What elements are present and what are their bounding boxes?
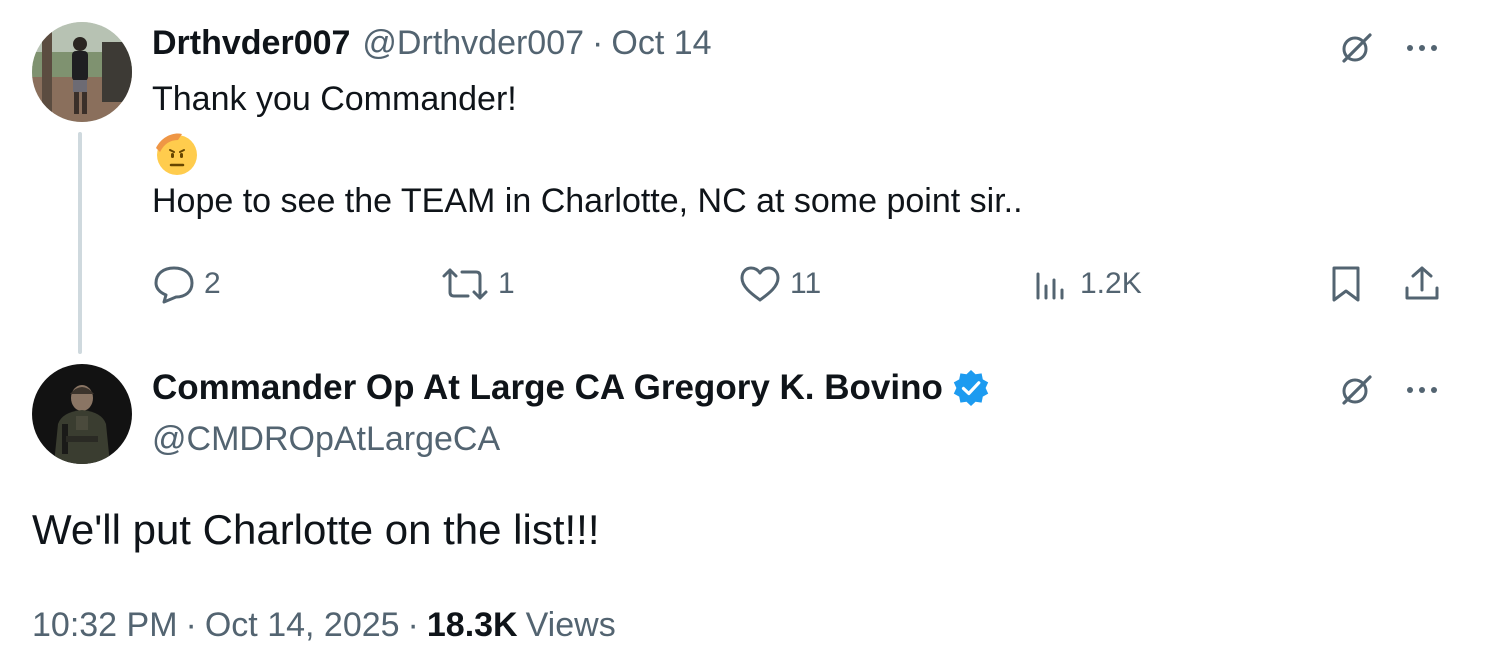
reply-count: 2 (204, 267, 221, 300)
reply-display-name[interactable]: Drthvder007 (152, 24, 350, 63)
reply-text-line2: Hope to see the TEAM in Charlotte, NC at… (152, 182, 1023, 220)
reply-action-bar: 2 1 11 1.2K (152, 262, 1452, 306)
verified-badge[interactable] (951, 368, 991, 408)
main-time[interactable]: 10:32 PM (32, 606, 178, 645)
grok-icon (1342, 33, 1372, 63)
main-separator-2: · (407, 606, 419, 644)
main-tweet-text: We'll put Charlotte on the list!!! (32, 506, 600, 553)
reply-header: Drthvder007 @Drthvder007 · Oct 14 (152, 24, 712, 70)
views-icon (1036, 272, 1064, 300)
reply-avatar[interactable] (32, 22, 132, 122)
main-views-count[interactable]: 18.3K (427, 606, 518, 645)
main-handle[interactable]: @CMDROpAtLargeCA (152, 420, 500, 459)
main-name-row: Commander Op At Large CA Gregory K. Bovi… (152, 368, 991, 408)
reply-more-button[interactable] (1400, 26, 1444, 70)
main-display-name[interactable]: Commander Op At Large CA Gregory K. Bovi… (152, 368, 943, 408)
grok-icon (1342, 375, 1372, 405)
reply-text-line1: Thank you Commander! (152, 80, 517, 118)
main-grok-button[interactable] (1334, 368, 1378, 412)
bookmark-icon (1332, 266, 1360, 302)
saluting-face-icon (156, 133, 197, 175)
share-button[interactable] (1402, 262, 1442, 306)
thread-line (78, 132, 82, 354)
reply-separator: · (592, 24, 604, 62)
main-timestamp-row: 10:32 PM · Oct 14, 2025 · 18.3K Views (32, 606, 616, 645)
like-count: 11 (790, 267, 822, 300)
repost-count: 1 (498, 267, 515, 300)
reply-button[interactable]: 2 (152, 262, 221, 306)
bookmark-button[interactable] (1326, 262, 1366, 306)
main-more-button[interactable] (1400, 368, 1444, 412)
views-count: 1.2K (1080, 267, 1142, 300)
reply-date[interactable]: Oct 14 (611, 24, 711, 63)
repost-icon (442, 268, 488, 300)
reply-emoji (152, 128, 200, 176)
repost-button[interactable]: 1 (440, 262, 515, 306)
like-icon (740, 266, 780, 302)
views-button[interactable]: 1.2K (1032, 262, 1142, 306)
reply-handle[interactable]: @Drthvder007 (362, 24, 584, 63)
like-button[interactable]: 11 (738, 262, 821, 306)
main-views-label: Views (525, 606, 616, 644)
more-icon (1407, 387, 1437, 393)
main-date[interactable]: Oct 14, 2025 (205, 606, 400, 645)
reply-icon (154, 266, 194, 304)
share-icon (1405, 266, 1439, 300)
more-icon (1407, 45, 1437, 51)
verified-badge-icon (953, 370, 989, 406)
reply-grok-button[interactable] (1334, 26, 1378, 70)
main-separator-1: · (185, 606, 197, 644)
main-avatar[interactable] (32, 364, 132, 464)
